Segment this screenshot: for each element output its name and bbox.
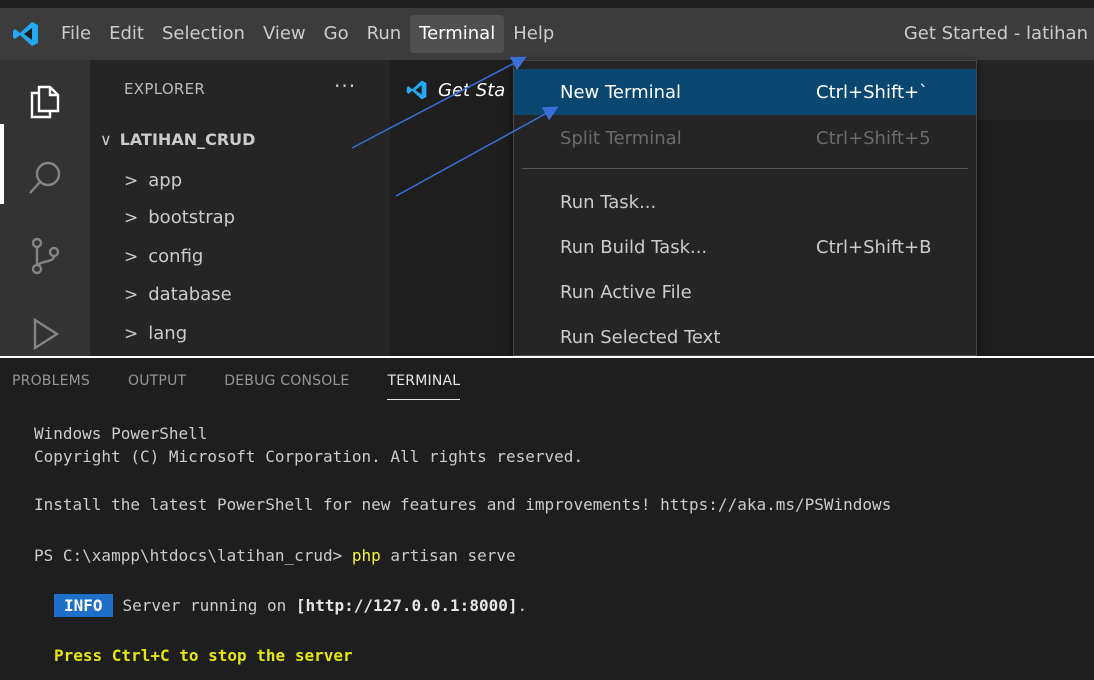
menu-item-run-build-task[interactable]: Run Build Task... Ctrl+Shift+B	[514, 224, 976, 270]
menu-separator	[522, 168, 968, 169]
vscode-window: File Edit Selection View Go Run Terminal…	[0, 0, 1094, 356]
chevron-right-icon: >	[124, 323, 139, 344]
terminal-stop-hint: Press Ctrl+C to stop the server	[54, 646, 353, 665]
menu-item-new-terminal[interactable]: New Terminal Ctrl+Shift+`	[514, 69, 976, 115]
vscode-tab-icon	[406, 80, 427, 100]
tree-item-label: app	[148, 170, 183, 191]
menu-bar: File Edit Selection View Go Run Terminal…	[52, 8, 563, 60]
project-folder-row[interactable]: ∨ LATIHAN_CRUD	[100, 130, 255, 149]
terminal-info-line: INFO Server running on [http://127.0.0.1:…	[54, 594, 528, 617]
tree-item-label: bootstrap	[148, 207, 236, 228]
tree-item-database[interactable]: > database	[124, 284, 232, 305]
terminal-line: Install the latest PowerShell for new fe…	[34, 495, 892, 514]
menu-item-label: Run Build Task...	[560, 236, 708, 258]
menu-item-split-terminal[interactable]: Split Terminal Ctrl+Shift+5	[514, 115, 976, 161]
tab-terminal[interactable]: TERMINAL	[387, 358, 460, 400]
chevron-right-icon: >	[124, 246, 139, 267]
source-control-icon[interactable]	[0, 220, 90, 292]
tab-label: Get Sta	[438, 79, 506, 101]
explorer-icon[interactable]	[0, 64, 90, 136]
chevron-right-icon: >	[124, 284, 139, 305]
menu-terminal[interactable]: Terminal	[410, 15, 505, 53]
menu-go[interactable]: Go	[315, 15, 358, 53]
menu-item-label: New Terminal	[560, 81, 682, 103]
tab-get-started[interactable]: Get Sta	[390, 60, 512, 120]
vscode-logo-icon	[0, 8, 52, 60]
command-keyword: php	[351, 546, 381, 565]
panel-tabs: PROBLEMS OUTPUT DEBUG CONSOLE TERMINAL	[0, 358, 480, 400]
tree-item-label: database	[148, 284, 232, 305]
menu-view[interactable]: View	[254, 15, 315, 53]
menu-item-run-selected-text[interactable]: Run Selected Text	[514, 314, 976, 356]
chevron-right-icon: >	[124, 170, 139, 191]
bottom-panel: PROBLEMS OUTPUT DEBUG CONSOLE TERMINAL W…	[0, 358, 1094, 680]
tab-output[interactable]: OUTPUT	[128, 358, 186, 400]
menu-run[interactable]: Run	[358, 15, 411, 53]
run-debug-icon[interactable]	[0, 298, 90, 356]
tab-debug-console[interactable]: DEBUG CONSOLE	[224, 358, 349, 400]
explorer-title: EXPLORER	[124, 80, 206, 98]
tree-item-app[interactable]: > app	[124, 170, 182, 191]
menu-item-label: Run Task...	[560, 191, 657, 213]
title-bar: File Edit Selection View Go Run Terminal…	[0, 8, 1094, 60]
chevron-down-icon: ∨	[100, 130, 112, 149]
chevron-right-icon: >	[124, 207, 139, 228]
tree-item-bootstrap[interactable]: > bootstrap	[124, 207, 235, 228]
menu-item-shortcut: Ctrl+Shift+B	[816, 236, 932, 258]
menu-file[interactable]: File	[52, 15, 100, 53]
terminal-command-line: PS C:\xampp\htdocs\latihan_crud> php art…	[34, 546, 516, 565]
info-suffix: .	[517, 596, 528, 615]
menu-item-shortcut: Ctrl+Shift+5	[816, 127, 931, 149]
activity-bar	[0, 60, 90, 356]
info-text: Server running on	[122, 596, 296, 615]
menu-help[interactable]: Help	[504, 15, 563, 53]
tab-problems[interactable]: PROBLEMS	[12, 358, 90, 400]
menu-item-shortcut: Ctrl+Shift+`	[816, 81, 929, 103]
explorer-sidebar: EXPLORER ··· ∨ LATIHAN_CRUD > app > boot…	[90, 60, 390, 356]
server-url[interactable]: [http://127.0.0.1:8000]	[296, 596, 518, 615]
menu-item-label: Run Selected Text	[560, 326, 721, 348]
menu-item-label: Split Terminal	[560, 127, 682, 149]
menu-selection[interactable]: Selection	[153, 15, 254, 53]
menu-item-label: Run Active File	[560, 281, 692, 303]
terminal-line: Windows PowerShell	[34, 424, 208, 443]
window-title: Get Started - latihan	[903, 23, 1088, 44]
info-badge: INFO	[54, 594, 113, 617]
terminal-prompt: PS C:\xampp\htdocs\latihan_crud>	[34, 546, 352, 565]
tree-item-label: config	[148, 246, 204, 267]
menu-edit[interactable]: Edit	[100, 15, 153, 53]
project-folder-name: LATIHAN_CRUD	[119, 130, 256, 149]
command-args: artisan serve	[380, 546, 516, 565]
terminal-line: Copyright (C) Microsoft Corporation. All…	[34, 447, 584, 466]
search-icon[interactable]	[0, 142, 90, 214]
tree-item-lang[interactable]: > lang	[124, 323, 187, 344]
tree-item-label: lang	[148, 323, 188, 344]
terminal-dropdown-menu: New Terminal Ctrl+Shift+` Split Terminal…	[513, 60, 977, 356]
menu-item-run-task[interactable]: Run Task...	[514, 179, 976, 225]
menu-item-run-active-file[interactable]: Run Active File	[514, 269, 976, 315]
tree-item-config[interactable]: > config	[124, 246, 203, 267]
more-actions-icon[interactable]: ···	[334, 74, 356, 98]
